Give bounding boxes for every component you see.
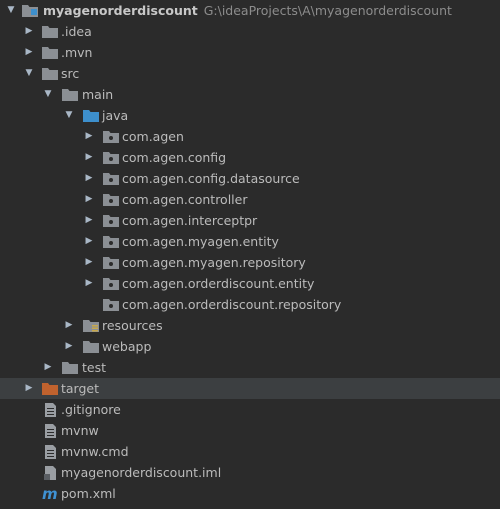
tree-label: com.agen.myagen.entity — [122, 234, 279, 249]
package-icon — [103, 193, 119, 206]
chevron-right-icon[interactable]: ▶ — [64, 315, 74, 336]
resources-folder-icon — [83, 319, 99, 332]
tree-row-webapp[interactable]: ▶ webapp — [0, 336, 500, 357]
tree-label: com.agen.controller — [122, 192, 248, 207]
folder-icon — [42, 67, 58, 80]
tree-row-root[interactable]: ▼ myagenorderdiscount G:\ideaProjects\A\m… — [0, 0, 500, 21]
tree-label: src — [61, 66, 80, 81]
chevron-right-icon[interactable]: ▶ — [84, 147, 94, 168]
tree-label: .gitignore — [61, 402, 121, 417]
chevron-right-icon[interactable]: ▶ — [24, 42, 34, 63]
chevron-right-icon[interactable]: ▶ — [84, 168, 94, 189]
tree-row-gitignore[interactable]: .gitignore — [0, 399, 500, 420]
package-icon — [103, 235, 119, 248]
tree-row-main[interactable]: ▼ main — [0, 84, 500, 105]
tree-row-package[interactable]: ▶ com.agen.controller — [0, 189, 500, 210]
project-name: myagenorderdiscount — [43, 3, 198, 18]
chevron-right-icon[interactable]: ▶ — [24, 378, 34, 399]
chevron-down-icon[interactable]: ▼ — [43, 84, 53, 105]
tree-row-java[interactable]: ▼ java — [0, 105, 500, 126]
tree-row-mvnw[interactable]: mvnw — [0, 420, 500, 441]
package-icon — [103, 256, 119, 269]
tree-label: main — [82, 87, 114, 102]
module-folder-icon — [22, 4, 38, 17]
chevron-right-icon[interactable]: ▶ — [84, 231, 94, 252]
tree-row-package[interactable]: ▶ com.agen.config — [0, 147, 500, 168]
tree-label: myagenorderdiscount.iml — [61, 465, 222, 480]
folder-icon — [42, 46, 58, 59]
chevron-right-icon[interactable]: ▶ — [64, 336, 74, 357]
tree-label: mvnw.cmd — [61, 444, 129, 459]
tree-row-idea[interactable]: ▶ .idea — [0, 21, 500, 42]
tree-label: .idea — [61, 24, 92, 39]
tree-label: pom.xml — [61, 486, 116, 501]
folder-icon — [42, 25, 58, 38]
source-folder-icon — [83, 109, 99, 122]
tree-label: com.agen.orderdiscount.repository — [122, 297, 342, 312]
tree-row-package[interactable]: ▶ com.agen.myagen.repository — [0, 252, 500, 273]
folder-icon — [62, 88, 78, 101]
tree-row-src[interactable]: ▼ src — [0, 63, 500, 84]
package-icon — [103, 151, 119, 164]
tree-row-package[interactable]: com.agen.orderdiscount.repository — [0, 294, 500, 315]
tree-row-mvnw-cmd[interactable]: mvnw.cmd — [0, 441, 500, 462]
project-path: G:\ideaProjects\A\myagenorderdiscount — [203, 3, 452, 18]
chevron-down-icon[interactable]: ▼ — [24, 63, 34, 84]
tree-label: test — [82, 360, 107, 375]
chevron-right-icon[interactable]: ▶ — [84, 210, 94, 231]
tree-label: target — [61, 381, 100, 396]
package-icon — [103, 172, 119, 185]
tree-label: myagenorderdiscount G:\ideaProjects\A\mya… — [43, 0, 452, 21]
chevron-right-icon[interactable]: ▶ — [24, 21, 34, 42]
tree-row-package[interactable]: ▶ com.agen.interceptpr — [0, 210, 500, 231]
tree-row-package[interactable]: ▶ com.agen.config.datasource — [0, 168, 500, 189]
tree-label: com.agen.myagen.repository — [122, 255, 306, 270]
package-icon — [103, 130, 119, 143]
folder-icon — [83, 340, 99, 353]
text-file-icon — [44, 445, 60, 459]
text-file-icon — [44, 424, 60, 438]
tree-row-pom[interactable]: m pom.xml — [0, 483, 500, 504]
tree-row-test[interactable]: ▶ test — [0, 357, 500, 378]
tree-label: com.agen.config — [122, 150, 227, 165]
tree-row-package[interactable]: ▶ com.agen.orderdiscount.entity — [0, 273, 500, 294]
chevron-right-icon[interactable]: ▶ — [43, 357, 53, 378]
project-tree: ▼ myagenorderdiscount G:\ideaProjects\A\m… — [0, 0, 500, 504]
package-icon — [103, 214, 119, 227]
package-icon — [103, 298, 119, 311]
folder-icon — [62, 361, 78, 374]
tree-label: .mvn — [61, 45, 93, 60]
chevron-right-icon[interactable]: ▶ — [84, 189, 94, 210]
tree-label: resources — [102, 318, 163, 333]
tree-label: mvnw — [61, 423, 99, 438]
chevron-right-icon[interactable]: ▶ — [84, 252, 94, 273]
tree-row-target[interactable]: ▶ target — [0, 378, 500, 399]
tree-label: java — [102, 108, 129, 123]
text-file-icon — [44, 403, 60, 417]
chevron-right-icon[interactable]: ▶ — [84, 126, 94, 147]
tree-row-mvn[interactable]: ▶ .mvn — [0, 42, 500, 63]
tree-row-resources[interactable]: ▶ resources — [0, 315, 500, 336]
tree-label: com.agen — [122, 129, 184, 144]
svg-text:m: m — [42, 486, 58, 501]
tree-label: com.agen.interceptpr — [122, 213, 258, 228]
tree-row-package[interactable]: ▶ com.agen.myagen.entity — [0, 231, 500, 252]
package-icon — [103, 277, 119, 290]
tree-label: com.agen.config.datasource — [122, 171, 300, 186]
chevron-down-icon[interactable]: ▼ — [64, 105, 74, 126]
tree-label: com.agen.orderdiscount.entity — [122, 276, 315, 291]
chevron-right-icon[interactable]: ▶ — [84, 273, 94, 294]
chevron-down-icon[interactable]: ▼ — [6, 0, 16, 21]
maven-icon: m — [42, 486, 58, 501]
tree-label: webapp — [102, 339, 152, 354]
excluded-folder-icon — [42, 382, 58, 395]
tree-row-iml[interactable]: myagenorderdiscount.iml — [0, 462, 500, 483]
module-file-icon — [44, 466, 60, 480]
tree-row-package[interactable]: ▶ com.agen — [0, 126, 500, 147]
